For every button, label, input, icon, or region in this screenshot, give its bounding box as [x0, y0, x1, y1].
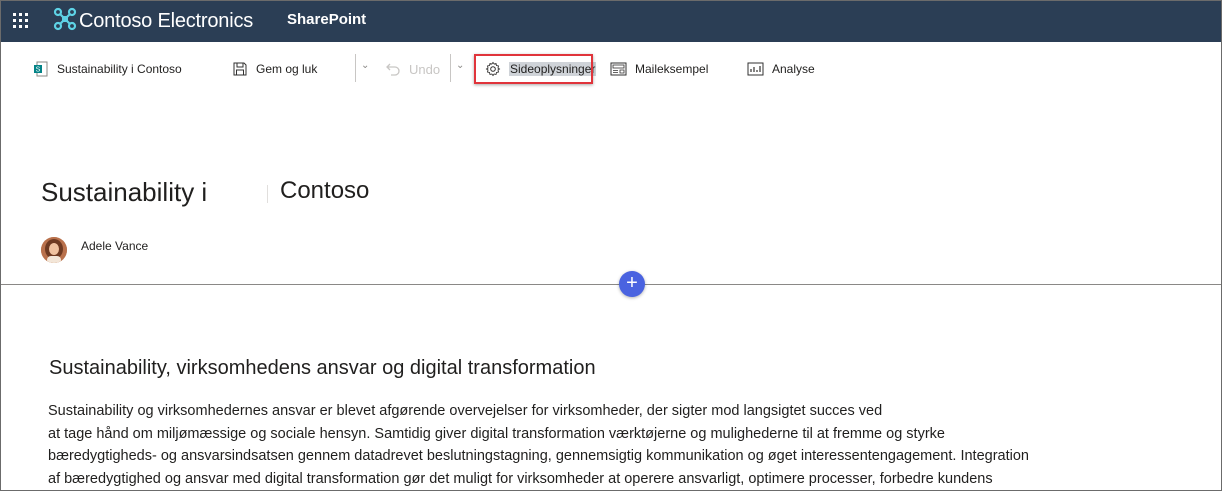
email-preview-label: Maileksempel: [635, 62, 709, 76]
sharepoint-page-icon: S: [34, 61, 48, 77]
person-photo-icon: [41, 237, 67, 263]
undo-button[interactable]: Undo: [385, 54, 440, 84]
author-avatar[interactable]: [41, 237, 67, 263]
paragraph-line: Sustainability og virksomhedernes ansvar…: [48, 403, 883, 419]
suite-bar: Contoso Electronics SharePoint: [1, 1, 1221, 42]
contoso-logo-icon: [53, 7, 77, 31]
page-name-label: Sustainability i Contoso: [57, 62, 182, 76]
brand-name[interactable]: Contoso Electronics: [79, 10, 253, 33]
section-heading[interactable]: Sustainability, virksomhedens ansvar og …: [49, 357, 596, 380]
newsletter-icon: [610, 62, 627, 76]
author-name[interactable]: Adele Vance: [81, 239, 148, 253]
page-title[interactable]: Sustainability i: [41, 177, 207, 208]
undo-icon: [386, 63, 400, 76]
highlight-box: [474, 54, 593, 84]
divider: [355, 54, 356, 82]
paragraph-line: at tage hånd om miljømæssige og sociale …: [48, 425, 945, 442]
analytics-button[interactable]: Analyse: [747, 54, 815, 84]
page-name-button[interactable]: S Sustainability i Contoso: [33, 54, 182, 84]
svg-text:S: S: [36, 67, 41, 74]
text-web-part[interactable]: Sustainability og virksomhedernes ansvar…: [48, 400, 1208, 490]
undo-options-chevron-icon[interactable]: ⌄: [456, 60, 464, 71]
command-bar: S Sustainability i Contoso Gem og luk ⌄ …: [1, 42, 1221, 96]
save-close-button[interactable]: Gem og luk: [232, 54, 317, 84]
analytics-label: Analyse: [772, 62, 815, 76]
section-divider: [1, 284, 1221, 285]
email-preview-button[interactable]: Maileksempel: [610, 54, 708, 84]
page-title-continued[interactable]: Contoso: [280, 177, 369, 205]
product-name[interactable]: SharePoint: [287, 11, 366, 28]
save-icon: [233, 62, 247, 76]
divider: [450, 54, 451, 82]
paragraph-line: af bæredygtighed og ansvar med digital t…: [48, 470, 993, 487]
paragraph-line: bæredygtigheds- og ansvarsindsatsen genn…: [48, 448, 1029, 464]
add-section-button[interactable]: +: [619, 271, 645, 297]
analytics-icon: [747, 62, 764, 76]
save-options-chevron-icon[interactable]: ⌄: [361, 60, 369, 71]
app-launcher-icon[interactable]: [13, 13, 29, 29]
save-close-label: Gem og luk: [256, 62, 318, 76]
undo-label: Undo: [409, 61, 441, 77]
text-cursor: [267, 185, 268, 203]
